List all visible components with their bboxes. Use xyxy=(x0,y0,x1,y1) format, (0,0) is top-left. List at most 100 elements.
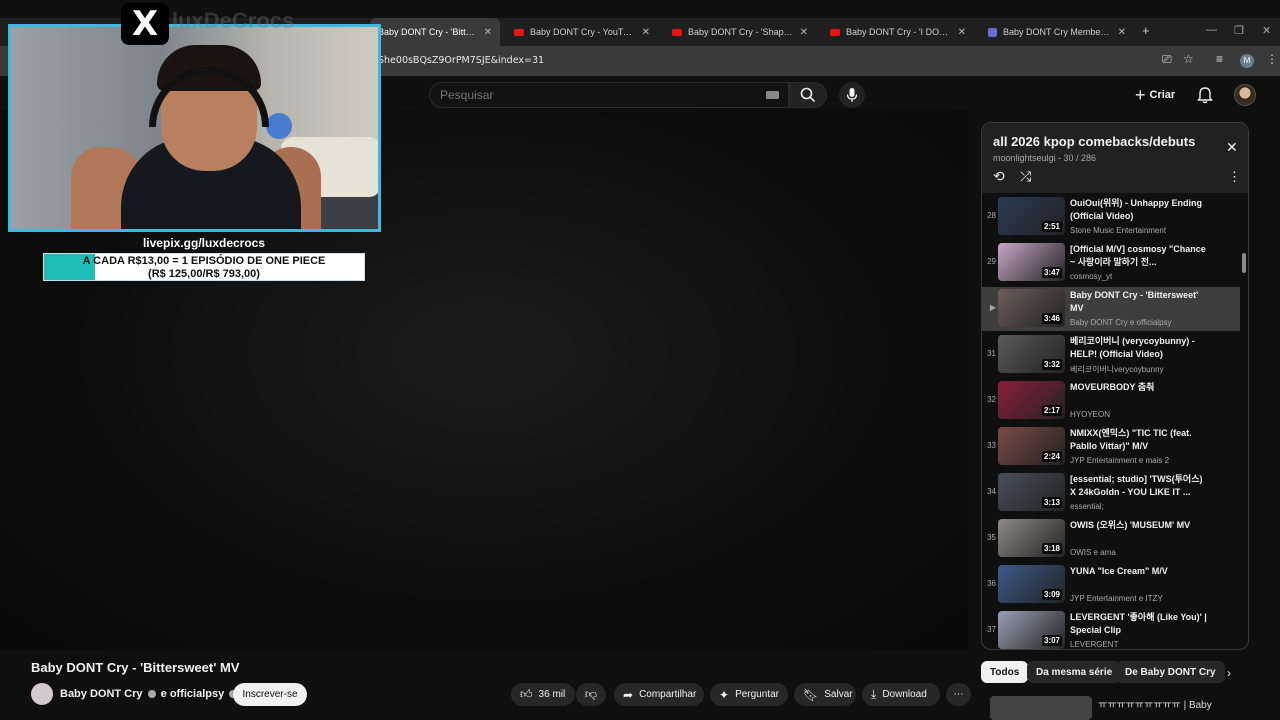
playlist-item[interactable]: 32 2:17 MOVEURBODY 춤춰 HYOYEON xyxy=(982,379,1240,423)
browser-tab[interactable]: Baby DONT Cry - 'Shapeshifter' ✕ xyxy=(664,18,816,46)
url-field[interactable]: She00sBQsZ9OrPM7SJE&index=31 xyxy=(378,55,544,66)
plus-icon: + xyxy=(1135,85,1146,105)
thumbs-up-icon: 👍︎ xyxy=(520,687,533,701)
playlist-item-thumbnail[interactable]: 2:17 xyxy=(998,381,1065,419)
playlist-item-title[interactable]: MOVEURBODY 춤춰 xyxy=(1070,381,1210,394)
download-label: Download xyxy=(882,689,927,700)
verified-icon xyxy=(147,690,156,699)
dislike-button[interactable]: 👎︎ xyxy=(576,683,606,706)
playlist-item[interactable]: 33 2:24 NMIXX(엔믹스) "TIC TIC (feat. Pabllo … xyxy=(982,425,1240,469)
duration-badge: 3:47 xyxy=(1041,267,1062,278)
kebab-menu-icon[interactable]: ⋮ xyxy=(1228,169,1241,185)
like-button[interactable]: 👍︎ 36 mil xyxy=(511,683,575,706)
minimize-icon[interactable]: — xyxy=(1206,24,1217,36)
playlist-item-title[interactable]: LEVERGENT '좋아해 (Like You)' | Special Cli… xyxy=(1070,611,1210,637)
playlist-item-index: 32 xyxy=(987,395,996,404)
playlist-item-thumbnail[interactable]: 3:47 xyxy=(998,243,1065,281)
playlist-item[interactable]: 35 3:18 OWIS (오위스) 'MUSEUM' MV OWIS e ama xyxy=(982,517,1240,561)
related-video-thumbnail[interactable] xyxy=(990,696,1092,720)
browser-tab[interactable]: Baby DONT Cry - 'Bittersweet' M ✕ xyxy=(370,18,500,46)
browser-tab[interactable]: Baby DONT Cry - 'I DONT CARE' ✕ xyxy=(822,18,974,46)
close-icon[interactable]: ✕ xyxy=(642,27,650,38)
playlist-panel: all 2026 kpop comebacks/debuts moonlight… xyxy=(981,122,1249,650)
tab-title: Baby DONT Cry - 'Bittersweet' M xyxy=(378,27,478,37)
stream-watermark: luxDeCrocs xyxy=(172,8,295,33)
reading-list-icon[interactable]: ≡ xyxy=(1216,52,1223,66)
shuffle-icon[interactable]: ⤮ xyxy=(1020,168,1031,185)
search-input[interactable] xyxy=(440,88,740,102)
close-icon[interactable]: ✕ xyxy=(484,27,492,38)
playlist-scrollbar[interactable] xyxy=(1242,253,1246,273)
playlist-item-title[interactable]: YUNA "Ice Cream" M/V xyxy=(1070,565,1210,578)
playlist-item-title[interactable]: Baby DONT Cry - 'Bittersweet' MV xyxy=(1070,289,1210,315)
playlist-item-title[interactable]: OWIS (오위스) 'MUSEUM' MV xyxy=(1070,519,1210,532)
ask-button[interactable]: ✦ Perguntar xyxy=(710,683,788,706)
playlist-item[interactable]: 29 3:47 [Official M/V] cosmosy "Chance ~ 사… xyxy=(982,241,1240,285)
chip-same-series[interactable]: Da mesma série xyxy=(1027,661,1122,683)
playlist-item-thumbnail[interactable]: 3:32 xyxy=(998,335,1065,373)
playlist-item-title[interactable]: NMIXX(엔믹스) "TIC TIC (feat. Pabllo Vittar… xyxy=(1070,427,1210,453)
playlist-item-thumbnail[interactable]: 3:18 xyxy=(998,519,1065,557)
duration-badge: 3:13 xyxy=(1041,497,1062,508)
share-button[interactable]: ➦ Compartilhar xyxy=(614,683,704,706)
chip-all[interactable]: Todos xyxy=(981,661,1029,683)
microphone-icon xyxy=(846,88,858,102)
chevron-right-icon[interactable]: › xyxy=(1227,666,1231,680)
restore-icon[interactable]: ❐ xyxy=(1234,24,1244,37)
playlist-item-index: 29 xyxy=(987,257,996,266)
more-actions-button[interactable]: ⋯ xyxy=(946,683,971,706)
download-button[interactable]: ⤓ Download xyxy=(862,683,940,706)
close-icon[interactable]: ✕ xyxy=(958,27,966,38)
close-icon[interactable]: ✕ xyxy=(1118,27,1126,38)
playlist-item[interactable]: 36 3:09 YUNA "Ice Cream" M/V JYP Entertainm… xyxy=(982,563,1240,607)
playlist-item-thumbnail[interactable]: 3:13 xyxy=(998,473,1065,511)
kebab-menu-icon[interactable]: ⋮ xyxy=(1266,52,1278,66)
create-button[interactable]: + Criar xyxy=(1135,84,1175,106)
search-box xyxy=(429,82,789,108)
related-video-title[interactable]: ㅠㅠㅠㅠㅠㅠㅠㅠㅠ | Baby xyxy=(1098,696,1212,711)
playlist-item-thumbnail[interactable]: 2:24 xyxy=(998,427,1065,465)
playlist-item-title[interactable]: [essential; studio] 'TWS(투어스) X 24kGoldn… xyxy=(1070,473,1210,499)
keyboard-icon[interactable] xyxy=(766,91,779,99)
playlist-item-thumbnail[interactable]: 2:51 xyxy=(998,197,1065,235)
playlist-item-thumbnail[interactable]: 3:46 xyxy=(998,289,1065,327)
duration-badge: 2:51 xyxy=(1041,221,1062,232)
search-button[interactable] xyxy=(789,82,827,108)
close-window-icon[interactable]: ✕ xyxy=(1262,24,1271,37)
playlist-item[interactable]: 37 3:07 LEVERGENT '좋아해 (Like You)' | Speci… xyxy=(982,609,1240,649)
channel-avatar[interactable] xyxy=(31,683,53,705)
browser-profile-avatar[interactable]: M xyxy=(1240,54,1254,68)
subscribe-button[interactable]: Inscrever-se xyxy=(233,683,307,706)
playlist-item[interactable]: 34 3:13 [essential; studio] 'TWS(투어스) X 24… xyxy=(982,471,1240,515)
loop-icon[interactable]: ⟲ xyxy=(993,168,1005,185)
create-label: Criar xyxy=(1149,89,1176,101)
chip-from-channel[interactable]: De Baby DONT Cry xyxy=(1116,661,1225,683)
duration-badge: 3:18 xyxy=(1041,543,1062,554)
playlist-item-thumbnail[interactable]: 3:07 xyxy=(998,611,1065,649)
channel-link[interactable]: Baby DONT Cry xyxy=(60,688,143,700)
save-button[interactable]: 🔖︎ Salvar xyxy=(794,683,856,706)
new-tab-button[interactable]: + xyxy=(1142,23,1150,38)
browser-tab[interactable]: Baby DONT Cry Members Profile ✕ xyxy=(980,18,1134,46)
collaborator-link[interactable]: e officialpsy xyxy=(161,688,225,700)
close-icon[interactable]: ✕ xyxy=(1226,139,1238,156)
notifications-button[interactable] xyxy=(1197,86,1213,109)
playlist-title[interactable]: all 2026 kpop comebacks/debuts xyxy=(993,134,1195,149)
user-avatar[interactable] xyxy=(1234,84,1256,106)
voice-search-button[interactable] xyxy=(839,82,865,108)
playlist-item-channel: Baby DONT Cry e officialpsy xyxy=(1070,318,1172,327)
playlist-item-title[interactable]: [Official M/V] cosmosy "Chance ~ 사랑이라 말하… xyxy=(1070,243,1210,269)
close-icon[interactable]: ✕ xyxy=(800,27,808,38)
playlist-item-thumbnail[interactable]: 3:09 xyxy=(998,565,1065,603)
cast-icon[interactable]: ⎚ xyxy=(1162,52,1172,67)
plush-toy-shape xyxy=(266,113,292,139)
bookmark-star-icon[interactable]: ☆ xyxy=(1183,52,1194,66)
playlist-item-index: 36 xyxy=(987,579,996,588)
playlist-item[interactable]: ▶ 3:46 Baby DONT Cry - 'Bittersweet' MV Bab… xyxy=(982,287,1240,331)
channel-name[interactable]: Baby DONT Cry e officialpsy xyxy=(60,688,239,700)
playlist-item-title[interactable]: 베리코이버니 (verycoybunny) - HELP! (Official … xyxy=(1070,335,1210,361)
browser-tab[interactable]: Baby DONT Cry - YouTube ✕ xyxy=(506,18,658,46)
playlist-item[interactable]: 28 2:51 OuiOui(위위) - Unhappy Ending (Offic… xyxy=(982,195,1240,239)
playlist-item[interactable]: 31 3:32 베리코이버니 (verycoybunny) - HELP! (Off… xyxy=(982,333,1240,377)
playlist-item-title[interactable]: OuiOui(위위) - Unhappy Ending (Official Vi… xyxy=(1070,197,1210,223)
